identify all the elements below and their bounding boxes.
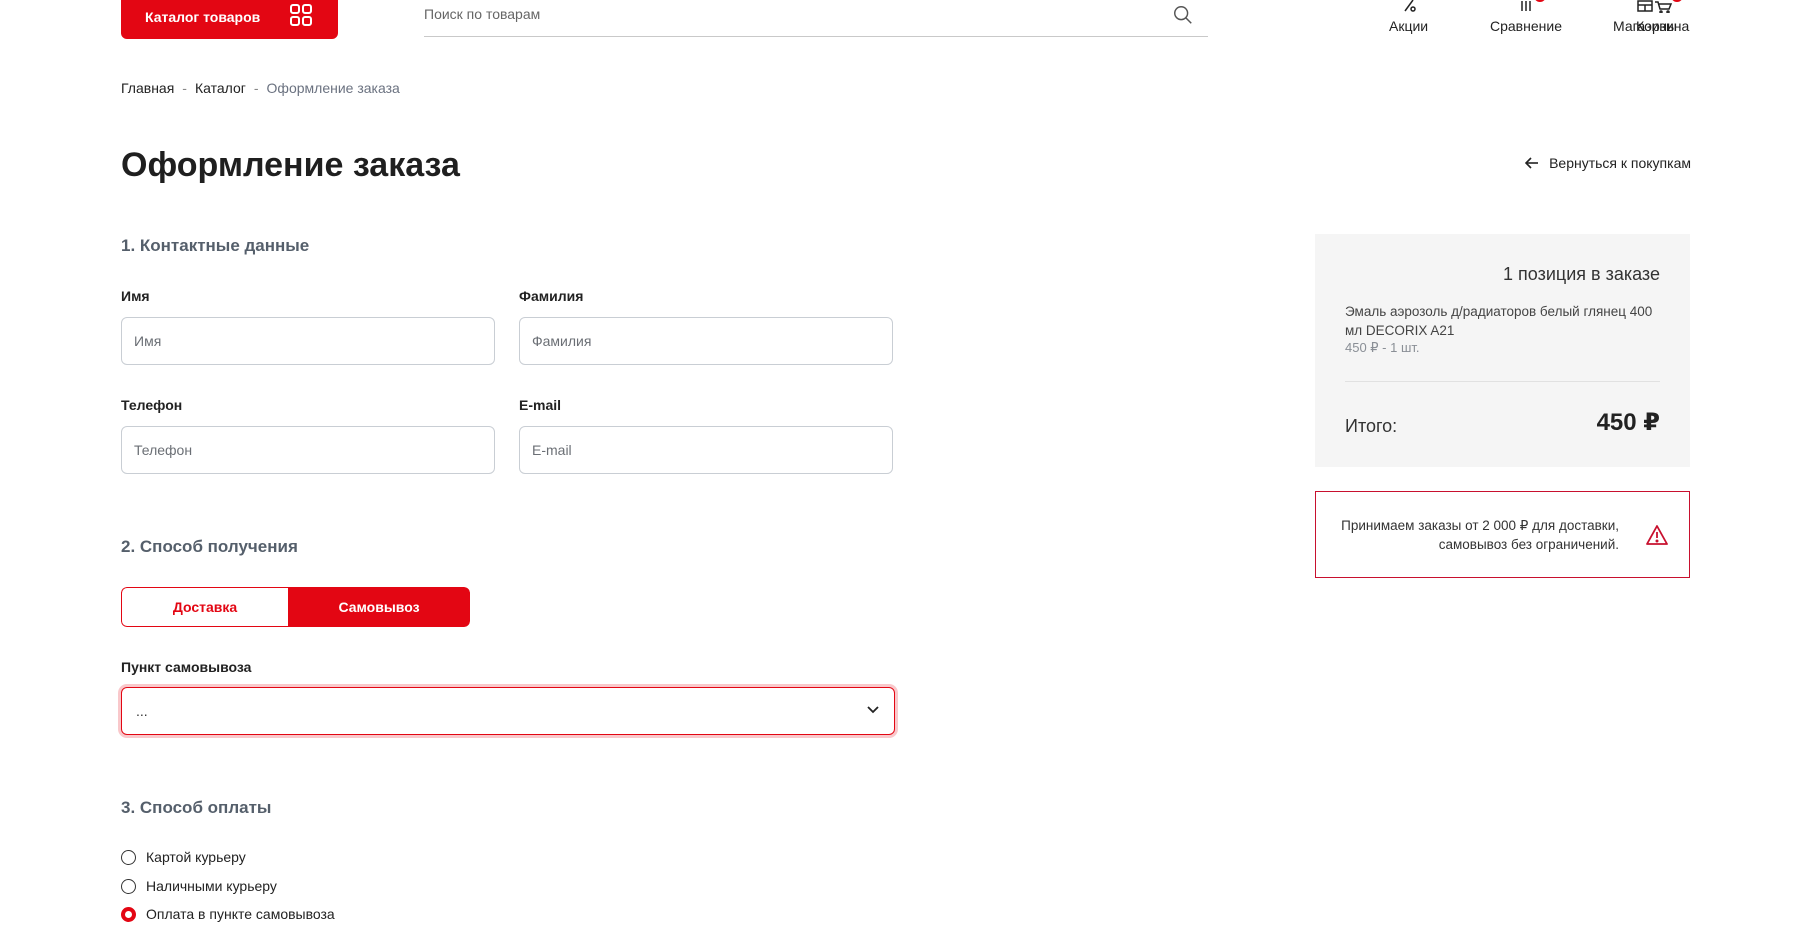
summary-count: 1 позиция в заказе [1503,264,1660,284]
email-label: E-mail [519,397,562,413]
search-icon[interactable] [1172,4,1194,26]
phone-input[interactable] [122,427,494,473]
breadcrumb-separator: - [253,80,259,96]
breadcrumb-current: Оформление заказа [266,80,400,96]
radio-button[interactable] [121,878,136,894]
compare-icon [1516,0,1546,12]
payment-option-card[interactable]: Картой курьеру [121,849,246,865]
section-title-contacts: 1. Контактные данные [121,236,310,255]
email-field [519,426,893,474]
nav-label: Сравнение [1490,18,1562,34]
payment-option-label: Картой курьеру [146,849,246,865]
phone-label: Телефон [121,397,183,413]
radio-button-checked[interactable] [121,906,136,922]
notice-text: Принимаем заказы от 2 000 ₽ для доставки… [1341,518,1619,552]
payment-option-label: Наличными курьеру [146,878,277,894]
pickup-point-select[interactable]: ... [121,687,895,735]
last-name-label: Фамилия [519,288,584,304]
delivery-option-button[interactable]: Доставка [121,587,288,627]
pickup-point-label: Пункт самовывоза [121,659,252,675]
section-title-delivery: 2. Способ получения [121,537,298,556]
nav-label: Корзина [1636,18,1690,34]
catalog-button-label: Каталог товаров [145,8,261,25]
warning-icon [1646,525,1668,545]
summary-product-price: 450 ₽ - 1 шт. [1345,340,1420,355]
summary-total-label: Итого: [1345,416,1398,436]
pickup-point-value: ... [136,703,148,719]
first-name-label: Имя [121,288,150,304]
email-input[interactable] [520,427,892,473]
payment-option-cash[interactable]: Наличными курьеру [121,878,277,894]
percent-icon [1403,0,1416,12]
radio-button[interactable] [121,849,136,865]
last-name-field [519,317,893,365]
grid-icon [290,4,312,26]
breadcrumb-home[interactable]: Главная [121,80,174,96]
breadcrumb-catalog[interactable]: Каталог [195,80,246,96]
min-order-notice: Принимаем заказы от 2 000 ₽ для доставки… [1315,491,1690,578]
search-input[interactable] [424,0,1164,28]
cart-icon [1653,0,1683,14]
phone-field [121,426,495,474]
first-name-input[interactable] [122,318,494,364]
pickup-option-button[interactable]: Самовывоз [288,587,470,627]
summary-total-value: 450 ₽ [1596,409,1660,436]
delivery-method-toggle: Доставка Самовывоз [121,587,470,627]
breadcrumb: Главная - Каталог - Оформление заказа [121,80,400,96]
payment-option-pickup[interactable]: Оплата в пункте самовывоза [121,906,335,922]
nav-compare[interactable]: Сравнение [1490,0,1562,34]
chevron-down-icon [867,706,879,714]
nav-cart-button[interactable]: Корзина [1636,0,1689,34]
summary-divider [1345,381,1660,382]
payment-option-label: Оплата в пункте самовывоза [146,906,335,922]
arrow-left-icon [1525,157,1539,169]
last-name-input[interactable] [520,318,892,364]
section-title-payment: 3. Способ оплаты [121,798,272,817]
nav-promotions[interactable]: Акции [1389,0,1428,34]
order-summary: 1 позиция в заказе Эмаль аэрозоль д/ради… [1315,234,1690,467]
page-title: Оформление заказа [121,146,460,184]
first-name-field [121,317,495,365]
back-to-shopping-link[interactable]: Вернуться к покупкам [1525,155,1691,171]
catalog-button[interactable]: Каталог товаров [121,0,338,39]
breadcrumb-separator: - [182,80,187,96]
search-bar [424,0,1208,37]
nav-label: Акции [1389,18,1429,34]
summary-product-name: Эмаль аэрозоль д/радиаторов белый глянец… [1345,304,1653,338]
back-link-label: Вернуться к покупкам [1549,155,1691,171]
